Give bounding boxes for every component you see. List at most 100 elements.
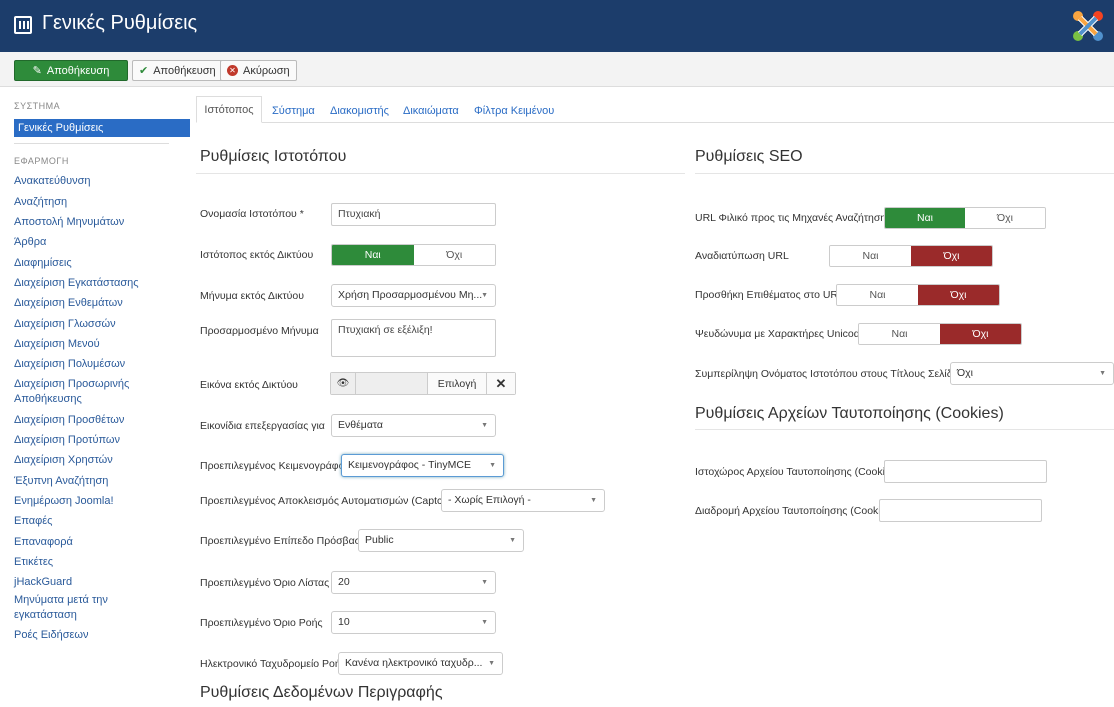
cancel-button[interactable]: ✕ Ακύρωση [220, 60, 297, 81]
tabs-divider [196, 122, 1114, 123]
site-name-input[interactable]: Πτυχιακή [331, 203, 496, 226]
save-close-button[interactable]: ✎ Αποθήκευση [14, 60, 128, 81]
access-level-value: Public [365, 534, 394, 546]
url-rewrite-toggle[interactable]: Ναι Όχι [829, 245, 993, 267]
chevron-down-icon: ▼ [509, 537, 516, 544]
sidebar-item-global-config[interactable]: Γενικές Ρυθμίσεις [14, 119, 190, 137]
chevron-down-icon: ▼ [488, 660, 495, 667]
sidebar-item[interactable]: Διαχείριση Προτύπων [14, 433, 184, 448]
list-limit-select[interactable]: 20 ▼ [331, 571, 496, 594]
feed-limit-value: 10 [338, 616, 350, 628]
sidebar-item[interactable]: Άρθρα [14, 235, 184, 250]
sidebar-item[interactable]: Επαφές [14, 514, 184, 529]
sidebar-item[interactable]: jHackGuard [14, 575, 184, 590]
seo-settings-title: Ρυθμίσεις SEO [695, 148, 803, 165]
edit-icons-select[interactable]: Ενθέματα ▼ [331, 414, 496, 437]
cookie-path-label: Διαδρομή Αρχείου Ταυτοποίησης (Cookie) [695, 505, 890, 517]
check-icon: ✔ [139, 65, 149, 77]
toolbar: ✎ Αποθήκευση ✔ Αποθήκευση ✕ Ακύρωση [0, 52, 1114, 87]
access-level-select[interactable]: Public ▼ [358, 529, 524, 552]
sidebar-item[interactable]: Έξυπνη Αναζήτηση [14, 474, 184, 489]
no-option[interactable]: Όχι [911, 246, 992, 266]
chevron-down-icon: ▼ [489, 462, 496, 469]
feed-limit-label: Προεπιλεγμένο Όριο Ροής [200, 617, 323, 629]
tab-system[interactable]: Σύστημα [272, 105, 315, 117]
cookie-domain-input[interactable] [884, 460, 1047, 483]
yes-option[interactable]: Ναι [332, 245, 414, 265]
header-bar: Γενικές Ρυθμίσεις [0, 0, 1114, 52]
clear-icon[interactable]: ✕ [486, 373, 515, 394]
sidebar-item[interactable]: Διαχείριση Ενθεμάτων [14, 296, 184, 311]
eye-icon[interactable]: 👁 [331, 373, 356, 394]
cancel-icon: ✕ [227, 65, 238, 76]
sidebar-item[interactable]: Αποστολή Μηνυμάτων [14, 215, 184, 230]
cancel-label: Ακύρωση [243, 64, 290, 77]
sidebar-item[interactable]: Διαχείριση Μενού [14, 337, 184, 352]
tab-site[interactable]: Ιστότοπος [196, 96, 262, 123]
select-image-button[interactable]: Επιλογή [427, 373, 486, 394]
sidebar-heading-system: ΣΥΣΤΗΜΑ [14, 101, 61, 111]
yes-option[interactable]: Ναι [859, 324, 940, 344]
tab-text-filters[interactable]: Φίλτρα Κειμένου [474, 105, 554, 117]
list-limit-value: 20 [338, 576, 350, 588]
chevron-down-icon: ▼ [481, 422, 488, 429]
section-divider [695, 429, 1114, 430]
sidebar-item[interactable]: Διαχείριση Πολυμέσων [14, 357, 184, 372]
save-label: Αποθήκευση [153, 64, 216, 77]
sidebar-heading-application: ΕΦΑΡΜΟΓΗ [14, 156, 69, 166]
yes-option[interactable]: Ναι [830, 246, 911, 266]
sidebar-item[interactable]: Διαχείριση Χρηστών [14, 453, 184, 468]
tab-server[interactable]: Διακομιστής [330, 105, 389, 117]
no-option[interactable]: Όχι [413, 245, 495, 265]
sidebar-item[interactable]: Διαχείριση Προσωρινής Αποθήκευσης [14, 377, 164, 407]
no-option[interactable]: Όχι [940, 324, 1021, 344]
url-suffix-label: Προσθήκη Επιθέματος στο URL [695, 289, 844, 301]
joomla-logo [1073, 11, 1103, 41]
site-offline-toggle[interactable]: Ναι Όχι [331, 244, 496, 266]
sidebar-item[interactable]: Επαναφορά [14, 535, 184, 550]
sef-urls-toggle[interactable]: Ναι Όχι [884, 207, 1046, 229]
sidebar-item[interactable]: Διαχείριση Γλωσσών [14, 317, 184, 332]
chevron-down-icon: ▼ [481, 619, 488, 626]
default-editor-value: Κειμενογράφος - TinyMCE [348, 459, 471, 471]
save-icon: ✎ [32, 65, 42, 77]
chevron-down-icon: ▼ [481, 292, 488, 299]
default-editor-select[interactable]: Κειμενογράφος - TinyMCE ▼ [341, 454, 504, 477]
sidebar-item[interactable]: Αναζήτηση [14, 195, 184, 210]
sidebar-item[interactable]: Ενημέρωση Joomla! [14, 494, 184, 509]
section-divider [695, 173, 1114, 174]
sidebar-item[interactable]: Ανακατεύθυνση [14, 174, 184, 189]
access-level-label: Προεπιλεγμένο Επίπεδο Πρόσβασης [200, 535, 373, 547]
sitename-in-titles-label: Συμπερίληψη Ονόματος Ιστοτόπου στους Τίτ… [695, 368, 967, 380]
custom-message-textarea[interactable]: Πτυχιακή σε εξέλιξη! [331, 319, 496, 357]
captcha-select[interactable]: - Χωρίς Επιλογή - ▼ [441, 489, 605, 512]
yes-option[interactable]: Ναι [885, 208, 965, 228]
tab-permissions[interactable]: Δικαιώματα [403, 105, 459, 117]
edit-icons-label: Εικονίδια επεξεργασίας για [200, 420, 325, 432]
offline-image-field: 👁 Επιλογή ✕ [330, 372, 516, 395]
default-editor-label: Προεπιλεγμένος Κειμενογράφος [200, 460, 350, 472]
unicode-aliases-toggle[interactable]: Ναι Όχι [858, 323, 1022, 345]
no-option[interactable]: Όχι [965, 208, 1045, 228]
feed-limit-select[interactable]: 10 ▼ [331, 611, 496, 634]
sidebar-item[interactable]: Διαχείριση Εγκατάστασης [14, 276, 184, 291]
url-suffix-toggle[interactable]: Ναι Όχι [836, 284, 1000, 306]
sidebar-item[interactable]: Ροές Ειδήσεων [14, 628, 184, 643]
offline-message-select[interactable]: Χρήση Προσαρμοσμένου Μη... ▼ [331, 284, 496, 307]
sidebar-item[interactable]: Διαχείριση Προσθέτων [14, 413, 184, 428]
sidebar-item[interactable]: Μηνύματα μετά την εγκατάσταση [14, 593, 144, 623]
site-settings-title: Ρυθμίσεις Ιστοτόπου [200, 148, 347, 165]
sef-urls-label: URL Φιλικό προς τις Μηχανές Αναζήτησης [695, 212, 892, 224]
cookie-path-input[interactable] [879, 499, 1042, 522]
yes-option[interactable]: Ναι [837, 285, 918, 305]
sidebar-item[interactable]: Ετικέτες [14, 555, 184, 570]
image-path-field[interactable] [356, 373, 427, 394]
sidebar-item[interactable]: Διαφημίσεις [14, 256, 184, 271]
feed-email-select[interactable]: Κανένα ηλεκτρονικό ταχυδρ... ▼ [338, 652, 503, 675]
no-option[interactable]: Όχι [918, 285, 999, 305]
sitename-in-titles-value: Όχι [957, 367, 973, 379]
sitename-in-titles-select[interactable]: Όχι ▼ [950, 362, 1114, 385]
save-close-label: Αποθήκευση [46, 64, 110, 77]
save-button[interactable]: ✔ Αποθήκευση [132, 60, 223, 81]
url-rewrite-label: Αναδιατύπωση URL [695, 250, 789, 262]
